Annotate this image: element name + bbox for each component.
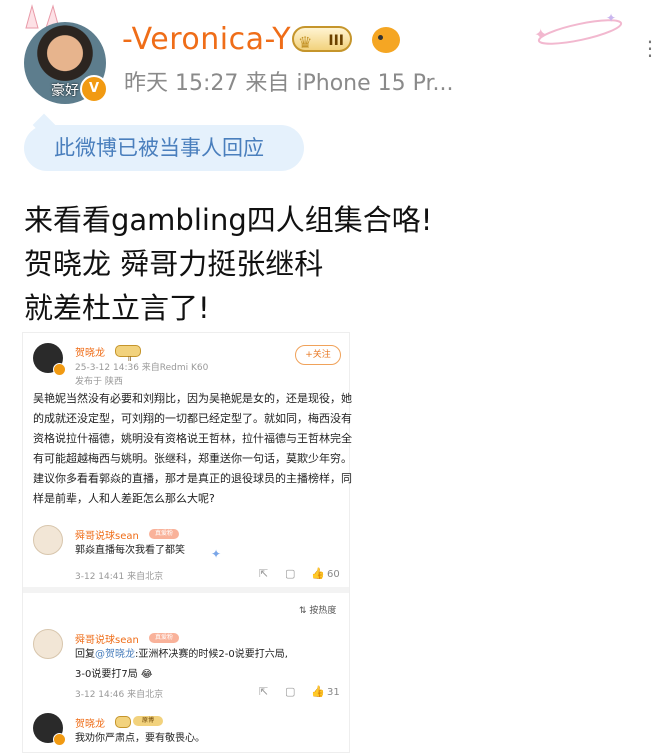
comment-meta: 3-12 14:46 来自北京: [75, 690, 164, 700]
original-poster-badge: 原博: [133, 716, 163, 726]
commenter-avatar[interactable]: [33, 525, 63, 555]
post-meta: 昨天 15:27 来自 iPhone 15 Pr...: [124, 71, 454, 96]
verified-icon: V: [80, 75, 108, 103]
post-line: 就差杜立言了!: [24, 291, 210, 325]
author-name[interactable]: 贺晓龙: [75, 344, 105, 359]
like-icon[interactable]: 👍: [311, 685, 325, 698]
commenter-avatar[interactable]: [33, 629, 63, 659]
comment-text: 郭焱直播每次我看了都笑: [75, 545, 185, 556]
embedded-body: 吴艳妮当然没有必要和刘翔比，因为吴艳妮是女的，还是现役，她的成就还没定型，可刘翔…: [33, 392, 352, 505]
sort-label: 按热度: [309, 606, 337, 616]
sparkle-icon: ✦: [211, 547, 222, 561]
post-line: 贺晓龙 舜哥力挺张继科: [24, 247, 324, 281]
vip-level: III: [328, 33, 344, 49]
comment-author[interactable]: 舜哥说球sean: [75, 527, 139, 542]
reply-status-text: 此微博已被当事人回应: [54, 136, 264, 160]
more-options-icon[interactable]: ⋮: [640, 36, 660, 60]
reply-status-tag[interactable]: 此微博已被当事人回应: [24, 113, 304, 171]
username[interactable]: -Veronica-Y: [122, 22, 291, 57]
share-icon[interactable]: ⇱: [259, 685, 268, 698]
level-badge: [115, 716, 131, 728]
verified-icon: [53, 363, 66, 376]
level-badge: II: [115, 345, 141, 363]
crown-icon: ♛: [298, 33, 313, 52]
svg-text:✦: ✦: [606, 11, 616, 25]
pufferfish-icon[interactable]: [372, 27, 400, 53]
comment-icon[interactable]: ▢: [285, 567, 295, 580]
author-meta: 25-3-12 14:36 来自Redmi K60: [75, 363, 209, 373]
post-line: 来看看gambling四人组集合咯!: [24, 203, 433, 237]
comment-author[interactable]: 贺晓龙: [75, 715, 105, 730]
fan-badge: 真爱粉: [149, 529, 179, 539]
comment-text: 我劝你严肃点，要有敬畏心。: [75, 733, 205, 744]
decorative-sparkle-ring: ✦ ✦: [534, 11, 623, 45]
share-icon[interactable]: ⇱: [259, 567, 268, 580]
svg-text:✦: ✦: [534, 25, 547, 44]
like-count: 60: [327, 569, 340, 580]
divider: [23, 587, 349, 593]
comment-icon[interactable]: ▢: [285, 685, 295, 698]
comment-meta: 3-12 14:41 来自北京: [75, 572, 164, 582]
sort-icon: ⇅: [299, 606, 310, 616]
reply-prefix: 回复: [75, 649, 95, 660]
fan-badge: 真爱粉: [149, 633, 179, 643]
verified-icon: [53, 733, 66, 746]
location: 发布于 陕西: [75, 377, 123, 387]
comment-author[interactable]: 舜哥说球sean: [75, 631, 139, 646]
mention-link[interactable]: @贺晓龙: [95, 649, 135, 660]
grin-emoji: 😂: [137, 669, 153, 680]
follow-button[interactable]: +关注: [295, 345, 341, 365]
comment-text: 回复@贺晓龙:亚洲杯决赛的时候2-0说要打六局, 3-0说要打7局 😂: [75, 645, 345, 685]
like-count: 31: [327, 687, 340, 698]
sort-button[interactable]: ⇅ 按热度: [299, 603, 336, 616]
tag-pointer: [32, 113, 56, 137]
embedded-screenshot[interactable]: 贺晓龙 II 25-3-12 14:36 来自Redmi K60 发布于 陕西 …: [22, 332, 352, 753]
reply-text-line2: 3-0说要打7局: [75, 669, 138, 680]
like-icon[interactable]: 👍: [311, 567, 325, 580]
reply-text: :亚洲杯决赛的时候2-0说要打六局,: [135, 649, 288, 660]
post-text: 来看看gambling四人组集合咯! 贺晓龙 舜哥力挺张继科 就差杜立言了!: [24, 198, 432, 330]
vip-badge[interactable]: ♛ III: [292, 26, 352, 52]
